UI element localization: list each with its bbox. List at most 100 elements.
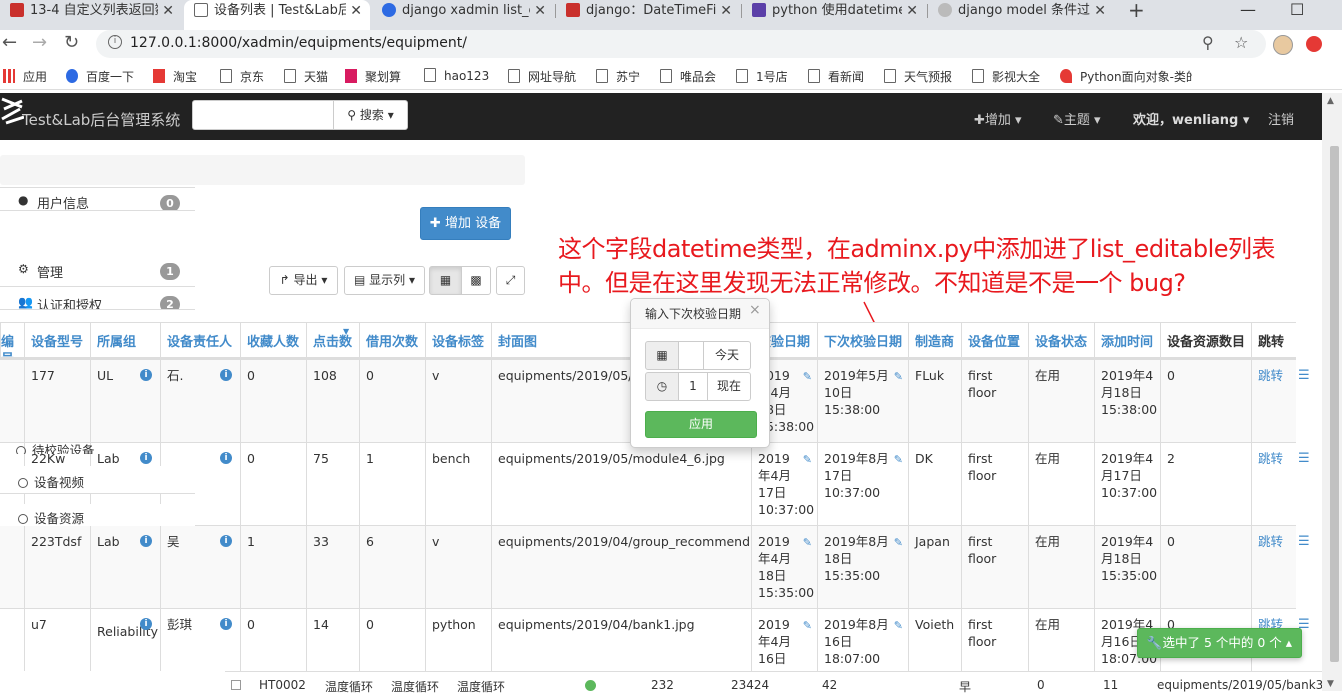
list-icon[interactable]: ☰ (1298, 534, 1310, 549)
col-header[interactable]: 添加时间 (1094, 323, 1160, 357)
col-header[interactable]: 下次校验日期 (817, 323, 908, 357)
tab-1[interactable]: 13-4 自定义列表返回数 ✕ (0, 0, 182, 30)
zoom-icon[interactable]: ⚲ (1202, 33, 1214, 52)
col-header[interactable]: 借用次数 (359, 323, 425, 357)
tab-4[interactable]: django：DateTimeFie ✕ (556, 0, 740, 30)
close-icon[interactable]: × (749, 302, 761, 318)
tab-6[interactable]: django model 条件过 ✕ (928, 0, 1114, 30)
url-field[interactable]: i 127.0.0.1:8000/xadmin/equipments/equip… (96, 30, 1266, 58)
bookmark-suning[interactable]: 苏宁 (596, 68, 640, 85)
col-header[interactable]: 所属组 (90, 323, 160, 357)
bookmark-nav[interactable]: 网址导航 (508, 68, 576, 85)
selection-actions-button[interactable]: 🔧选中了 5 个中的 0 个 ▴ (1137, 628, 1302, 658)
extension-icon[interactable] (1306, 36, 1322, 52)
col-header[interactable]: 收藏人数 (240, 323, 306, 357)
info-icon[interactable]: i (220, 452, 232, 464)
bookmark-star-icon[interactable]: ☆ (1234, 33, 1248, 52)
edit-icon[interactable]: ✎ (894, 451, 903, 468)
user-menu[interactable]: 欢迎，wenliang ▾ (1133, 109, 1249, 128)
close-icon[interactable]: ✕ (906, 1, 918, 21)
sidebar-sub-item-video[interactable]: 设备视频 (0, 466, 195, 494)
edit-icon[interactable]: ✎ (894, 617, 903, 634)
edit-icon[interactable]: ✎ (803, 534, 812, 551)
bookmark-apps[interactable]: 应用 (3, 68, 47, 85)
sidebar-sub-item-pending[interactable]: 待校验设备 (16, 440, 176, 454)
info-icon[interactable]: i (108, 35, 122, 49)
col-header[interactable]: 设备型号 (24, 323, 90, 357)
info-icon[interactable]: i (220, 618, 232, 630)
bookmark-baidu[interactable]: 百度一下 (66, 68, 134, 85)
col-header[interactable]: 编号 (0, 323, 25, 357)
list-icon[interactable]: ☰ (1298, 368, 1310, 383)
jump-link[interactable]: 跳转 (1251, 526, 1296, 608)
bookmark-hao123[interactable]: hao123 (424, 68, 489, 83)
table-view-button[interactable]: ▩ (461, 266, 491, 295)
row-checkbox[interactable] (231, 680, 241, 690)
tab-5[interactable]: python 使用datetime ✕ (742, 0, 926, 30)
close-icon[interactable]: ✕ (1094, 1, 1106, 21)
time-input[interactable]: 1 (678, 372, 708, 401)
jump-link[interactable]: 跳转 (1251, 360, 1296, 442)
bookmark-jd[interactable]: 京东 (220, 68, 264, 85)
edit-icon[interactable]: ✎ (803, 617, 812, 634)
reload-icon[interactable]: ↻ (64, 32, 79, 53)
grid-view-button[interactable]: ▦ (429, 266, 462, 295)
apply-button[interactable]: 应用 (645, 411, 757, 438)
calendar-icon[interactable]: ▦ (645, 341, 679, 370)
tab-3[interactable]: django xadmin list_ed ✕ (372, 0, 554, 30)
sidebar-item-user-info[interactable]: ● 用户信息 0 (0, 187, 195, 211)
close-icon[interactable]: ✕ (162, 1, 174, 21)
add-menu[interactable]: ✚增加 ▾ (974, 109, 1022, 128)
maximize-button[interactable]: ☐ (1290, 0, 1304, 19)
brand-title[interactable]: Test&Lab后台管理系统 (22, 109, 180, 130)
now-button[interactable]: 现在 (707, 372, 751, 401)
logout-link[interactable]: 注销 (1268, 109, 1294, 128)
today-button[interactable]: 今天 (703, 341, 751, 370)
sidebar-sub-item-resource[interactable]: 设备资源 (0, 504, 195, 526)
close-icon[interactable]: ✕ (720, 1, 732, 21)
close-icon[interactable]: ✕ (350, 1, 362, 21)
bookmark-vip[interactable]: 唯品会 (660, 68, 716, 85)
fullscreen-button[interactable]: ⤢ (496, 266, 525, 295)
export-button[interactable]: ↱ 导出 ▾ (269, 266, 338, 295)
list-icon[interactable]: ☰ (1298, 451, 1310, 466)
edit-icon[interactable]: ✎ (894, 368, 903, 385)
info-icon[interactable]: i (220, 369, 232, 381)
col-header-sorted[interactable]: 点击数 ▼ (306, 323, 359, 357)
theme-menu[interactable]: ✎主题 ▾ (1053, 109, 1101, 128)
close-icon[interactable]: ✕ (534, 1, 546, 21)
col-header[interactable]: 设备状态 (1028, 323, 1094, 357)
new-tab-button[interactable]: + (1128, 0, 1145, 22)
bookmark-tmall[interactable]: 天猫 (284, 68, 328, 85)
search-button[interactable]: ⚲ 搜索 ▾ (333, 100, 408, 130)
bookmark-taobao[interactable]: 淘宝 (153, 68, 197, 85)
col-header[interactable]: 制造商 (908, 323, 961, 357)
back-arrow-icon[interactable]: ← (2, 32, 17, 53)
clock-icon[interactable]: ◷ (645, 372, 679, 401)
edit-icon[interactable]: ✎ (894, 534, 903, 551)
col-header[interactable]: 设备标签 (425, 323, 491, 357)
edit-icon[interactable]: ✎ (803, 368, 812, 385)
columns-button[interactable]: ▤ 显示列 ▾ (344, 266, 425, 295)
info-icon[interactable]: i (140, 535, 152, 547)
bookmark-weather[interactable]: 天气预报 (884, 68, 952, 85)
info-icon[interactable]: i (140, 369, 152, 381)
bookmark-news[interactable]: 看新闻 (808, 68, 864, 85)
scroll-down-icon[interactable]: ▼ (1327, 679, 1334, 689)
avatar[interactable] (1273, 35, 1293, 55)
add-equipment-button[interactable]: ✚ 增加 设备 (420, 207, 511, 240)
date-input[interactable] (678, 341, 704, 370)
col-header[interactable]: 设备位置 (961, 323, 1028, 357)
jump-link[interactable]: 跳转 (1251, 443, 1296, 525)
bookmark-python[interactable]: Python面向对象-类的 (1060, 68, 1192, 85)
bookmark-juhuasuan[interactable]: 聚划算 (345, 68, 401, 85)
info-icon[interactable]: i (220, 535, 232, 547)
scroll-up-icon[interactable]: ▲ (1327, 96, 1334, 106)
info-icon[interactable]: i (140, 618, 152, 630)
search-input[interactable] (192, 100, 334, 130)
forward-arrow-icon[interactable]: → (32, 32, 47, 53)
bookmark-yhd[interactable]: 1号店 (736, 68, 788, 85)
minimize-button[interactable]: — (1240, 0, 1256, 19)
sidebar-item-manage[interactable]: ⚙ 管理 1 (0, 255, 195, 287)
tab-2-active[interactable]: 设备列表 | Test&Lab后 ✕ (184, 0, 370, 30)
